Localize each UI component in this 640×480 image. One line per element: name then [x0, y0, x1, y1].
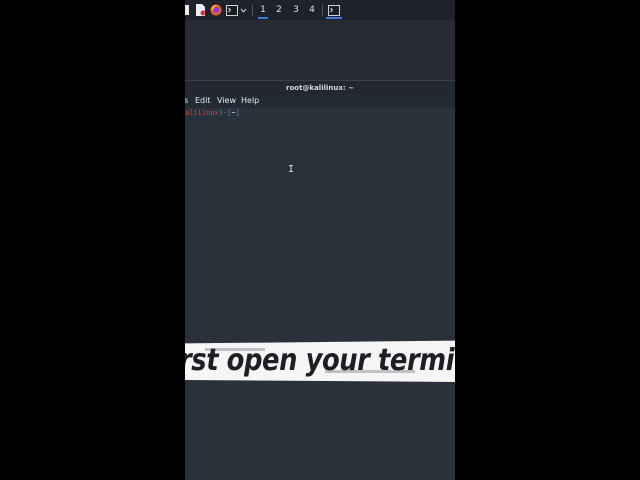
- workspace-2[interactable]: 2: [272, 2, 286, 18]
- text-cursor-icon: I: [288, 164, 295, 175]
- menu-view[interactable]: View: [217, 94, 236, 108]
- workspace-3[interactable]: 3: [289, 2, 303, 18]
- taskbar-separator: [252, 4, 253, 16]
- files-icon[interactable]: [194, 2, 206, 18]
- menu-edit[interactable]: Edit: [195, 94, 211, 108]
- firefox-icon[interactable]: [210, 2, 222, 18]
- screen-recording-frame: 1 2 3 4 root@kalilinux: ~ s Edit View He…: [185, 0, 455, 480]
- partial-app-icon[interactable]: [185, 2, 189, 18]
- caption-banner: rst open your termi: [185, 340, 455, 384]
- terminal-body[interactable]: alilinux)-[~] I: [185, 108, 455, 480]
- workspace-1[interactable]: 1: [256, 2, 270, 19]
- workspace-4[interactable]: 4: [305, 2, 319, 18]
- prompt-end: ]: [235, 109, 240, 117]
- taskbar-separator: [322, 4, 323, 16]
- chevron-down-icon[interactable]: [239, 2, 247, 18]
- window-title: root@kalilinux: ~: [185, 80, 455, 95]
- prompt-separator: )-[: [218, 109, 232, 117]
- prompt-user: alilinux: [185, 109, 219, 117]
- terminal-prompt: alilinux)-[~]: [185, 109, 240, 117]
- menu-file[interactable]: s: [185, 94, 188, 108]
- desktop-area: [185, 20, 455, 80]
- terminal-task-icon[interactable]: [326, 2, 342, 19]
- taskbar: 1 2 3 4: [185, 0, 455, 20]
- caption-text: rst open your termi: [185, 343, 455, 378]
- menu-help[interactable]: Help: [241, 94, 259, 108]
- menu-bar: s Edit View Help: [185, 94, 455, 108]
- terminal-icon[interactable]: [226, 2, 238, 18]
